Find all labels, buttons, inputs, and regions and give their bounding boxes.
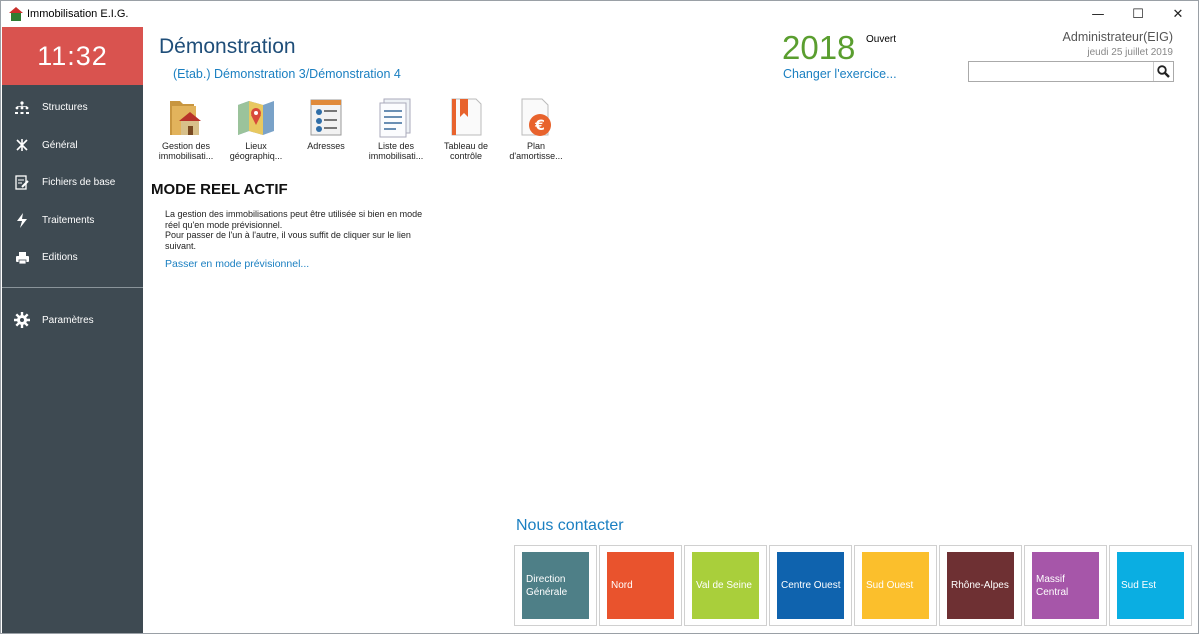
tile-label: Rhône-Alpes bbox=[947, 552, 1014, 619]
mode-description: La gestion des immobilisations peut être… bbox=[165, 209, 423, 251]
switch-mode-link[interactable]: Passer en mode prévisionnel... bbox=[165, 258, 309, 270]
user-name: Administrateur(EIG) bbox=[1062, 30, 1173, 44]
app-window: Immobilisation E.I.G. — ☐ ✕ 11:32 Struct… bbox=[0, 0, 1199, 634]
sidebar-item-label: Général bbox=[42, 139, 78, 151]
tool-tableau-de-controle[interactable]: Tableau de contrôle bbox=[431, 95, 501, 167]
tile-label: Centre Ouest bbox=[777, 552, 844, 619]
house-folder-icon bbox=[170, 101, 201, 135]
mode-title: MODE REEL ACTIF bbox=[151, 181, 288, 198]
tool-label: Tableau de contrôle bbox=[443, 141, 489, 161]
contact-tile-massif-central[interactable]: Massif Central bbox=[1024, 545, 1107, 626]
establishment-link[interactable]: (Etab.) Démonstration 3/Démonstration 4 bbox=[173, 67, 401, 81]
sidebar-item-general[interactable]: Général bbox=[2, 127, 143, 165]
tile-label: Direction Générale bbox=[522, 552, 589, 619]
contact-tile-rhone-alpes[interactable]: Rhône-Alpes bbox=[939, 545, 1022, 626]
printer-icon bbox=[2, 251, 42, 265]
gear-icon bbox=[2, 312, 42, 329]
bolt-icon bbox=[2, 212, 42, 228]
euro-document-icon: € bbox=[521, 98, 551, 136]
sidebar-item-label: Traitements bbox=[42, 214, 95, 226]
fiscal-year-status: Ouvert bbox=[866, 34, 897, 45]
sidebar-item-fichiers-de-base[interactable]: Fichiers de base bbox=[2, 164, 143, 202]
current-date: jeudi 25 juillet 2019 bbox=[1087, 47, 1173, 58]
main-panel: Démonstration (Etab.) Démonstration 3/Dé… bbox=[143, 27, 1199, 633]
contact-tile-sud-est[interactable]: Sud Est bbox=[1109, 545, 1192, 626]
tools-icon bbox=[2, 138, 42, 152]
app-logo-icon bbox=[9, 7, 23, 21]
sidebar-item-label: Editions bbox=[42, 252, 78, 264]
hierarchy-icon bbox=[2, 101, 42, 115]
edit-file-icon bbox=[2, 175, 42, 190]
sidebar-item-parametres[interactable]: Paramètres bbox=[2, 302, 143, 340]
sidebar-item-editions[interactable]: Editions bbox=[2, 239, 143, 277]
sidebar-item-label: Fichiers de base bbox=[42, 177, 116, 189]
tool-label: Lieux géographiq... bbox=[229, 141, 283, 161]
contact-tile-centre-ouest[interactable]: Centre Ouest bbox=[769, 545, 852, 626]
svg-text:€: € bbox=[534, 118, 545, 134]
search-button[interactable] bbox=[1153, 62, 1173, 81]
window-title: Immobilisation E.I.G. bbox=[27, 8, 129, 20]
tool-liste-immobilisations[interactable]: Liste des immobilisati... bbox=[361, 95, 431, 167]
tool-label: Adresses bbox=[307, 141, 345, 151]
tool-gestion-immobilisations[interactable]: Gestion des immobilisati... bbox=[151, 95, 221, 167]
contact-tile-nord[interactable]: Nord bbox=[599, 545, 682, 626]
contact-tiles: Direction Générale Nord Val de Seine Cen… bbox=[514, 545, 1194, 626]
window-controls: — ☐ ✕ bbox=[1078, 1, 1198, 27]
tool-adresses[interactable]: Adresses bbox=[291, 95, 361, 167]
search-box bbox=[968, 61, 1174, 82]
search-icon bbox=[1157, 65, 1170, 78]
contact-tile-direction-generale[interactable]: Direction Générale bbox=[514, 545, 597, 626]
sidebar-divider bbox=[2, 286, 143, 288]
page-title: Démonstration bbox=[159, 35, 296, 58]
tool-plan-amortissement[interactable]: € Plan d'amortisse... bbox=[501, 95, 571, 167]
close-button[interactable]: ✕ bbox=[1158, 1, 1198, 27]
tile-label: Val de Seine bbox=[692, 552, 759, 619]
sidebar-item-label: Paramètres bbox=[42, 314, 94, 326]
contact-tile-val-de-seine[interactable]: Val de Seine bbox=[684, 545, 767, 626]
tool-lieux-geographiques[interactable]: Lieux géographiq... bbox=[221, 95, 291, 167]
change-exercise-link[interactable]: Changer l'exercice... bbox=[783, 67, 897, 81]
tile-label: Sud Ouest bbox=[862, 552, 929, 619]
minimize-button[interactable]: — bbox=[1078, 1, 1118, 27]
title-bar: Immobilisation E.I.G. — ☐ ✕ bbox=[1, 1, 1198, 27]
bookmark-document-icon bbox=[451, 98, 482, 136]
tool-label: Liste des immobilisati... bbox=[368, 141, 424, 161]
sidebar-item-structures[interactable]: Structures bbox=[2, 89, 143, 127]
toolbar: Gestion des immobilisati... Lieux géogra… bbox=[151, 95, 571, 167]
sidebar-item-label: Structures bbox=[42, 102, 88, 114]
sidebar-item-traitements[interactable]: Traitements bbox=[2, 202, 143, 240]
sidebar: 11:32 Structures Général Fichiers de bas… bbox=[2, 27, 143, 633]
tool-label: Plan d'amortisse... bbox=[509, 141, 563, 161]
tile-label: Nord bbox=[607, 552, 674, 619]
tile-label: Massif Central bbox=[1032, 552, 1099, 619]
fiscal-year: 2018 bbox=[782, 29, 856, 66]
tile-label: Sud Est bbox=[1117, 552, 1184, 619]
address-book-icon bbox=[310, 99, 342, 136]
contact-tile-sud-ouest[interactable]: Sud Ouest bbox=[854, 545, 937, 626]
list-document-icon bbox=[379, 98, 411, 138]
search-input[interactable] bbox=[969, 62, 1153, 81]
map-icon bbox=[238, 101, 274, 135]
maximize-button[interactable]: ☐ bbox=[1118, 1, 1158, 27]
clock: 11:32 bbox=[2, 27, 143, 85]
contact-title: Nous contacter bbox=[516, 517, 624, 534]
tool-label: Gestion des immobilisati... bbox=[158, 141, 214, 161]
